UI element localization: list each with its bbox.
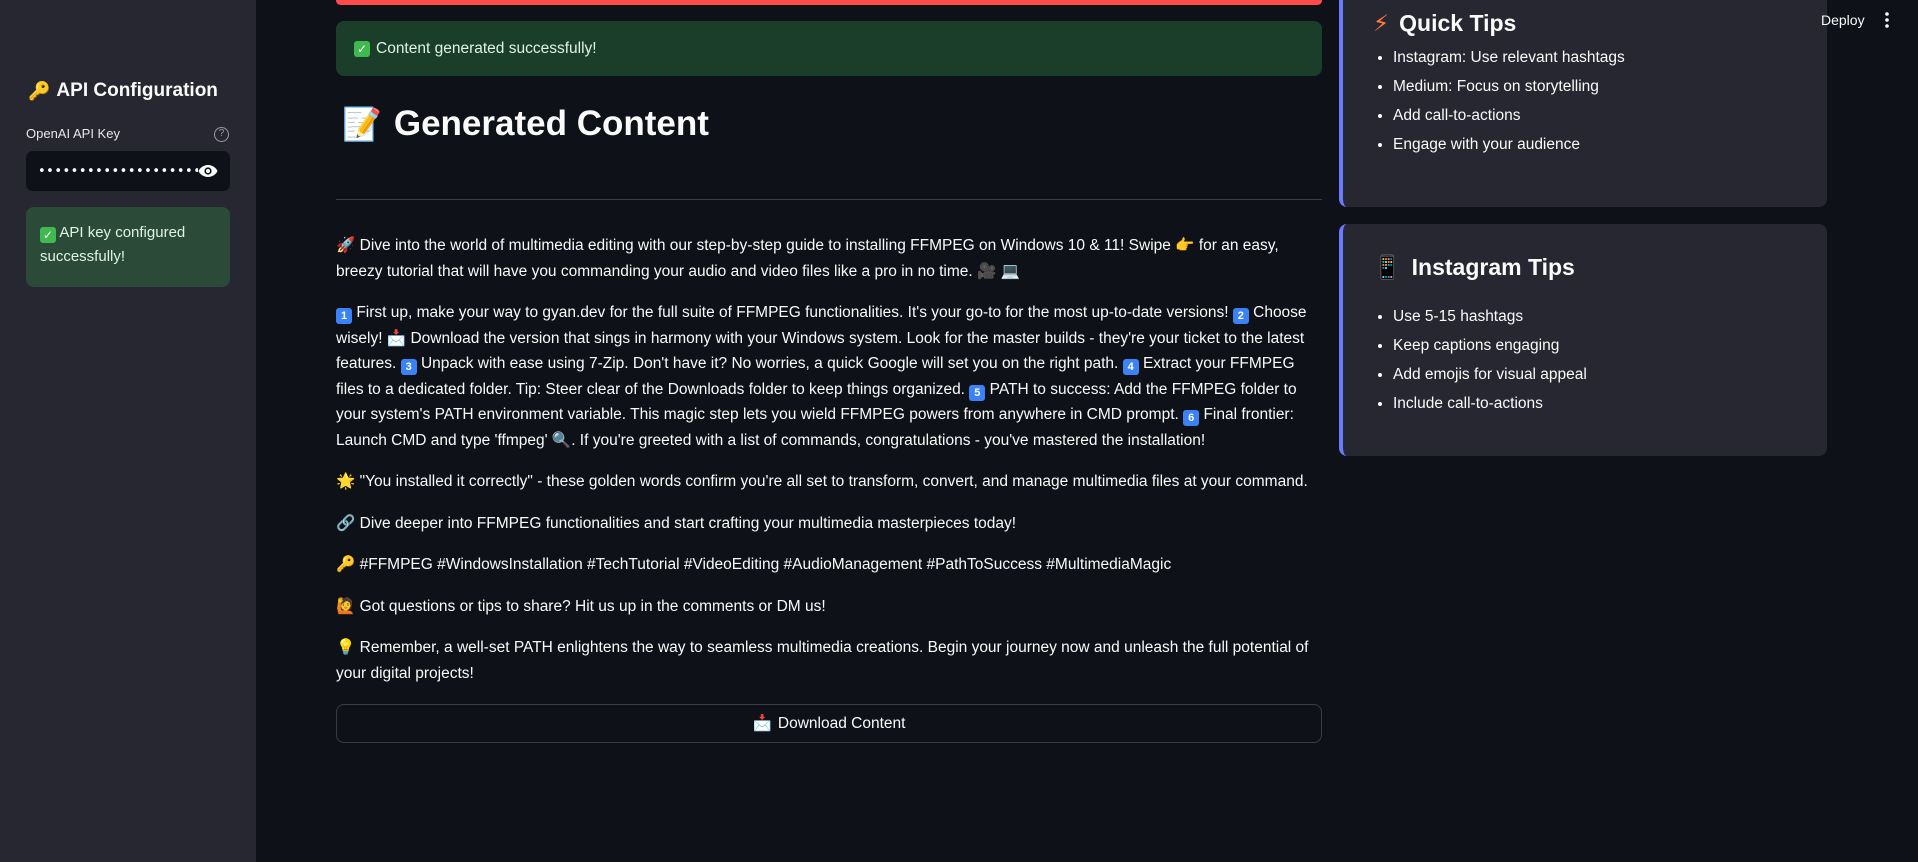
quick-tips-title-text: Quick Tips — [1399, 10, 1517, 36]
content-text: #FFMPEG #WindowsInstallation #TechTutori… — [359, 556, 1172, 573]
content-paragraph-confirm: 🌟 "You installed it correctly" - these g… — [336, 469, 1322, 495]
content-text: Dive into the world of multimedia editin… — [359, 237, 1176, 254]
instagram-tips-title: 📱 Instagram Tips — [1373, 254, 1575, 281]
key-icon: 🔑 — [28, 80, 51, 101]
quick-tips-title: ⚡ Quick Tips — [1373, 10, 1516, 37]
content-success-text: Content generated successfully! — [376, 39, 597, 57]
inbox-icon: 📩 — [386, 329, 407, 347]
eye-icon[interactable] — [198, 164, 218, 178]
content-paragraph-steps: 1 First up, make your way to gyan.dev fo… — [336, 300, 1322, 453]
download-label: Download Content — [777, 714, 906, 732]
instagram-tips-title-text: Instagram Tips — [1411, 254, 1575, 280]
sidebar-success-text: API key configured successfully! — [40, 224, 186, 265]
sidebar-title: 🔑 API Configuration — [28, 80, 218, 102]
page-title: 📝 Generated Content — [342, 104, 709, 144]
inbox-icon: 📩 — [752, 715, 772, 732]
download-content-button[interactable]: 📩 Download Content — [336, 704, 1322, 743]
content-success-alert: ✓ Content generated successfully! — [336, 21, 1322, 76]
pointing-hand-icon: 👉 — [1175, 237, 1195, 254]
list-item: Add emojis for visual appeal — [1393, 360, 1587, 389]
memo-icon: 📝 — [342, 106, 382, 142]
key-icon: 🔑 — [336, 556, 356, 573]
list-item: Medium: Focus on storytelling — [1393, 72, 1625, 101]
app: 🔑 API Configuration OpenAI API Key ? •••… — [0, 0, 1918, 862]
number-4-icon: 4 — [1122, 359, 1139, 375]
list-item: Instagram: Use relevant hashtags — [1393, 43, 1625, 72]
content-paragraph-intro: 🚀 Dive into the world of multimedia edit… — [336, 233, 1322, 284]
number-3-icon: 3 — [400, 359, 417, 375]
content-paragraph-remember: 💡 Remember, a well-set PATH enlightens t… — [336, 635, 1322, 686]
instagram-tips-card: 📱 Instagram Tips Use 5-15 hashtags Keep … — [1339, 224, 1827, 456]
mobile-phone-icon: 📱 — [1373, 254, 1402, 280]
list-item: Keep captions engaging — [1393, 331, 1587, 360]
list-item: Use 5-15 hashtags — [1393, 302, 1587, 331]
sidebar: 🔑 API Configuration OpenAI API Key ? •••… — [0, 0, 256, 862]
content-text: Unpack with ease using 7-Zip. Don't have… — [420, 355, 1123, 372]
content-text: . If you're greeted with a list of comma… — [571, 431, 1206, 449]
number-2-icon: 2 — [1232, 308, 1249, 324]
error-bar — [336, 0, 1322, 5]
sidebar-success-alert: ✓ API key configured successfully! — [26, 207, 230, 287]
list-item: Include call-to-actions — [1393, 389, 1587, 418]
more-menu-icon[interactable] — [1884, 11, 1890, 29]
sidebar-title-text: API Configuration — [56, 80, 218, 101]
number-6-icon: 6 — [1183, 410, 1200, 426]
divider — [336, 199, 1322, 200]
sun-icon: 🌟 — [336, 473, 356, 490]
content-text: Got questions or tips to share? Hit us u… — [359, 597, 826, 615]
magnifier-icon: 🔍 — [551, 431, 572, 449]
check-icon: ✓ — [40, 227, 56, 243]
content-paragraph-hashtags: 🔑 #FFMPEG #WindowsInstallation #TechTuto… — [336, 552, 1322, 578]
film-icon: 🎥 — [977, 262, 997, 280]
list-item: Engage with your audience — [1393, 130, 1625, 159]
page-title-text: Generated Content — [393, 104, 709, 143]
instagram-tips-list: Use 5-15 hashtags Keep captions engaging… — [1393, 302, 1587, 418]
laptop-icon: 💻 — [1000, 262, 1020, 280]
content-text: Remember, a well-set PATH enlightens the… — [336, 639, 1309, 682]
content-text: First up, make your way to gyan.dev for … — [356, 304, 1233, 321]
api-key-value: •••••••••••••••••••••••••••• — [38, 163, 198, 179]
quick-tips-card: ⚡ Quick Tips Instagram: Use relevant has… — [1339, 0, 1827, 207]
generated-content: 🚀 Dive into the world of multimedia edit… — [336, 233, 1322, 702]
rocket-icon: 🚀 — [336, 237, 356, 254]
quick-tips-list: Instagram: Use relevant hashtags Medium:… — [1393, 43, 1625, 159]
content-text: "You installed it correctly" - these gol… — [359, 473, 1308, 490]
number-5-icon: 5 — [969, 384, 986, 401]
lightbulb-icon: 💡 — [336, 639, 356, 656]
api-key-input[interactable]: •••••••••••••••••••••••••••• — [26, 151, 230, 191]
list-item: Add call-to-actions — [1393, 101, 1625, 130]
content-paragraph-dive: 🔗 Dive deeper into FFMPEG functionalitie… — [336, 511, 1322, 537]
check-icon: ✓ — [354, 40, 370, 57]
raising-hand-icon: 🙋 — [336, 597, 356, 615]
content-text: Dive deeper into FFMPEG functionalities … — [359, 514, 1017, 532]
deploy-button[interactable]: Deploy — [1821, 12, 1865, 28]
link-icon: 🔗 — [336, 514, 356, 532]
api-key-label: OpenAI API Key — [26, 126, 120, 141]
number-1-icon: 1 — [336, 308, 352, 324]
help-icon[interactable]: ? — [214, 127, 229, 142]
content-paragraph-questions: 🙋 Got questions or tips to share? Hit us… — [336, 594, 1322, 620]
lightning-icon: ⚡ — [1373, 10, 1390, 36]
